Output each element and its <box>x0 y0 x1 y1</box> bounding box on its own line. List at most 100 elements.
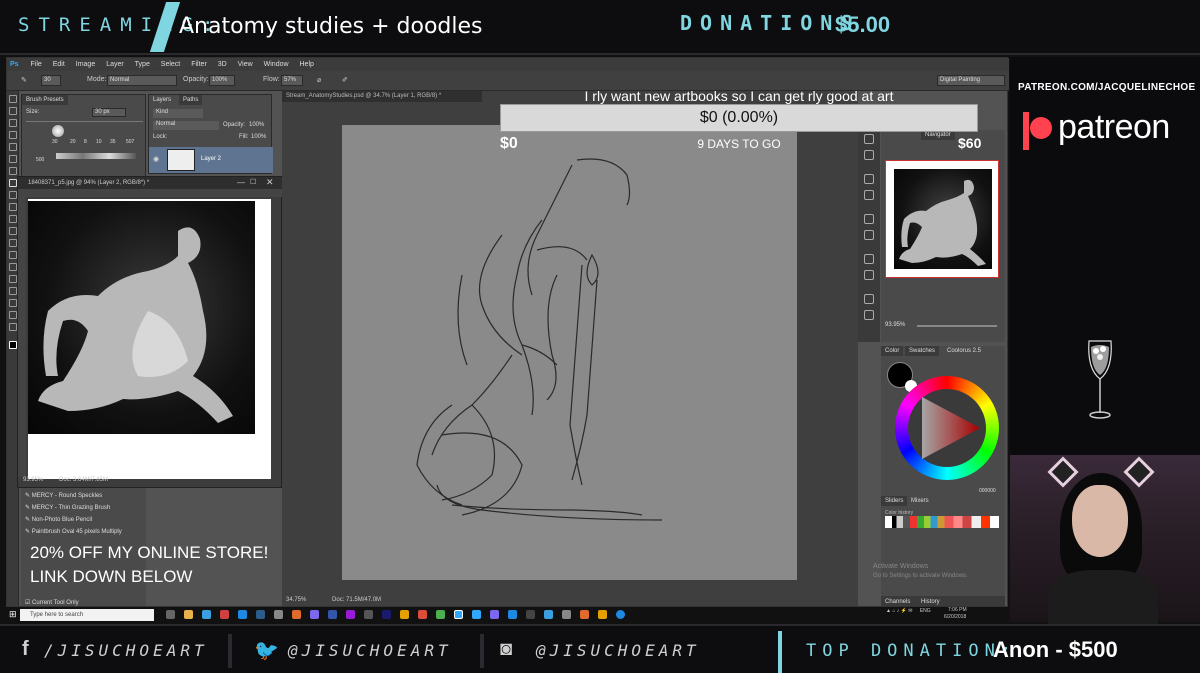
current-tool-only-checkbox[interactable]: ☑ Current Tool Only <box>25 599 79 606</box>
layer-name[interactable]: Layer 2 <box>201 156 221 162</box>
styles-panel-icon[interactable] <box>864 310 874 320</box>
airbrush-icon[interactable]: ⌀ <box>317 76 321 84</box>
menu-layer[interactable]: Layer <box>106 58 124 71</box>
clock-time[interactable]: 7:06 PM <box>948 607 988 613</box>
hand-tool-icon[interactable] <box>9 311 17 319</box>
dodge-tool-icon[interactable] <box>9 251 17 259</box>
clock-date[interactable]: 6/20/2018 <box>944 614 984 620</box>
crop-tool-icon[interactable] <box>9 143 17 151</box>
mode-select[interactable]: Normal <box>107 75 177 86</box>
info-panel-icon[interactable] <box>864 150 874 160</box>
opacity-field[interactable]: 100% <box>209 75 235 86</box>
app-icon[interactable] <box>580 610 589 619</box>
navigator-zoom[interactable]: 93.95% <box>885 322 905 328</box>
file-explorer-icon[interactable] <box>184 610 193 619</box>
app-icon[interactable] <box>310 610 319 619</box>
navigator-thumbnail[interactable] <box>885 160 999 278</box>
eyedropper-tool-icon[interactable] <box>9 155 17 163</box>
app-icon[interactable] <box>436 610 445 619</box>
eye-icon[interactable]: ◉ <box>153 155 159 163</box>
language-indicator[interactable]: ENG <box>920 608 931 614</box>
close-icon[interactable]: ✕ <box>266 177 274 188</box>
windows-start-icon[interactable]: ⊞ <box>9 609 17 620</box>
type-tool-icon[interactable] <box>9 275 17 283</box>
menu-type[interactable]: Type <box>135 58 150 71</box>
menu-select[interactable]: Select <box>161 58 180 71</box>
app-icon[interactable] <box>616 610 625 619</box>
app-icon[interactable] <box>292 610 301 619</box>
brush-tool-icon[interactable] <box>9 179 17 187</box>
gradient-tool-icon[interactable] <box>9 227 17 235</box>
brush-tool-icon[interactable]: ✎ <box>21 76 27 84</box>
path-select-tool-icon[interactable] <box>9 287 17 295</box>
app-icon[interactable] <box>562 610 571 619</box>
tab-channels[interactable]: Channels <box>885 599 910 605</box>
blend-mode-select[interactable]: Normal <box>153 121 219 130</box>
menu-image[interactable]: Image <box>76 58 95 71</box>
blur-tool-icon[interactable] <box>9 239 17 247</box>
flow-field[interactable]: 57% <box>281 75 303 86</box>
app-icon[interactable] <box>274 610 283 619</box>
brush-size-field[interactable]: 30 px <box>92 108 126 117</box>
maximize-icon[interactable]: ☐ <box>250 178 256 186</box>
pen-tool-icon[interactable] <box>9 263 17 271</box>
tab-mixers[interactable]: Mixers <box>907 496 933 506</box>
brush-list-item[interactable]: ✎ MERCY - Round Speckles <box>25 492 102 499</box>
brush-size-box[interactable]: 30 <box>41 75 61 86</box>
document-tab[interactable]: Stream_AnatomyStudies.psd @ 34.7% (Layer… <box>282 91 482 102</box>
doc-zoom[interactable]: 34.75% <box>286 597 306 603</box>
taskbar-search-input[interactable]: Type here to search <box>20 609 154 621</box>
paragraph-panel-icon[interactable] <box>864 230 874 240</box>
fill-value[interactable]: 100% <box>251 134 266 140</box>
brush-list-item[interactable]: ✎ Non-Photo Blue Pencil <box>25 516 92 523</box>
menu-help[interactable]: Help <box>300 58 314 71</box>
character-panel-icon[interactable] <box>864 214 874 224</box>
minimize-icon[interactable]: — <box>237 178 245 187</box>
app-icon[interactable] <box>328 610 337 619</box>
brush-list-item[interactable]: ✎ Paintbrush Oval 45 pixels Multiply <box>25 528 122 535</box>
menu-view[interactable]: View <box>238 58 253 71</box>
brush-list-item[interactable]: ✎ MERCY - Thin Grazing Brush <box>25 504 110 511</box>
color-wheel[interactable] <box>895 376 999 480</box>
blender-icon[interactable] <box>598 610 607 619</box>
menu-window[interactable]: Window <box>264 58 289 71</box>
photoshop-taskbar-icon[interactable] <box>454 610 463 619</box>
pressure-icon[interactable]: ✐ <box>342 76 348 84</box>
app-icon[interactable] <box>238 610 247 619</box>
menu-edit[interactable]: Edit <box>53 58 65 71</box>
quick-select-tool-icon[interactable] <box>9 131 17 139</box>
brush-panel-icon[interactable] <box>864 174 874 184</box>
chrome-icon[interactable] <box>418 610 427 619</box>
tab-coolorus[interactable]: Coolorus 2.5 <box>943 346 986 356</box>
size-slider[interactable] <box>26 121 143 122</box>
layer-row-selected[interactable]: ◉ Layer 2 <box>149 147 273 173</box>
main-canvas[interactable] <box>342 125 797 580</box>
task-view-icon[interactable] <box>166 610 175 619</box>
tab-layers[interactable]: Layers <box>149 95 176 105</box>
zoom-tool-icon[interactable] <box>9 323 17 331</box>
after-effects-icon[interactable] <box>346 610 355 619</box>
menu-filter[interactable]: Filter <box>191 58 207 71</box>
tab-brush-presets[interactable]: Brush Presets <box>22 95 68 105</box>
stamp-tool-icon[interactable] <box>9 191 17 199</box>
app-icon[interactable] <box>508 610 517 619</box>
hex-readout[interactable]: 000000 <box>979 488 996 494</box>
color-history-swatches[interactable] <box>885 516 999 528</box>
foreground-color-swatch[interactable] <box>9 341 17 349</box>
marquee-tool-icon[interactable] <box>9 107 17 115</box>
history-brush-tool-icon[interactable] <box>9 203 17 211</box>
shape-tool-icon[interactable] <box>9 299 17 307</box>
kind-filter[interactable]: Kind <box>153 109 203 118</box>
tab-color[interactable]: Color <box>881 346 904 356</box>
properties-panel-icon[interactable] <box>864 270 874 280</box>
app-icon[interactable] <box>364 610 373 619</box>
app-icon[interactable] <box>526 610 535 619</box>
tab-swatches[interactable]: Swatches <box>905 346 940 356</box>
healing-tool-icon[interactable] <box>9 167 17 175</box>
move-tool-icon[interactable] <box>9 95 17 103</box>
workspace-select[interactable]: Digital Painting <box>937 75 1005 86</box>
app-icon[interactable] <box>544 610 553 619</box>
menu-file[interactable]: File <box>31 58 42 71</box>
tab-history[interactable]: History <box>921 599 940 605</box>
opacity-value[interactable]: 100% <box>249 122 264 128</box>
